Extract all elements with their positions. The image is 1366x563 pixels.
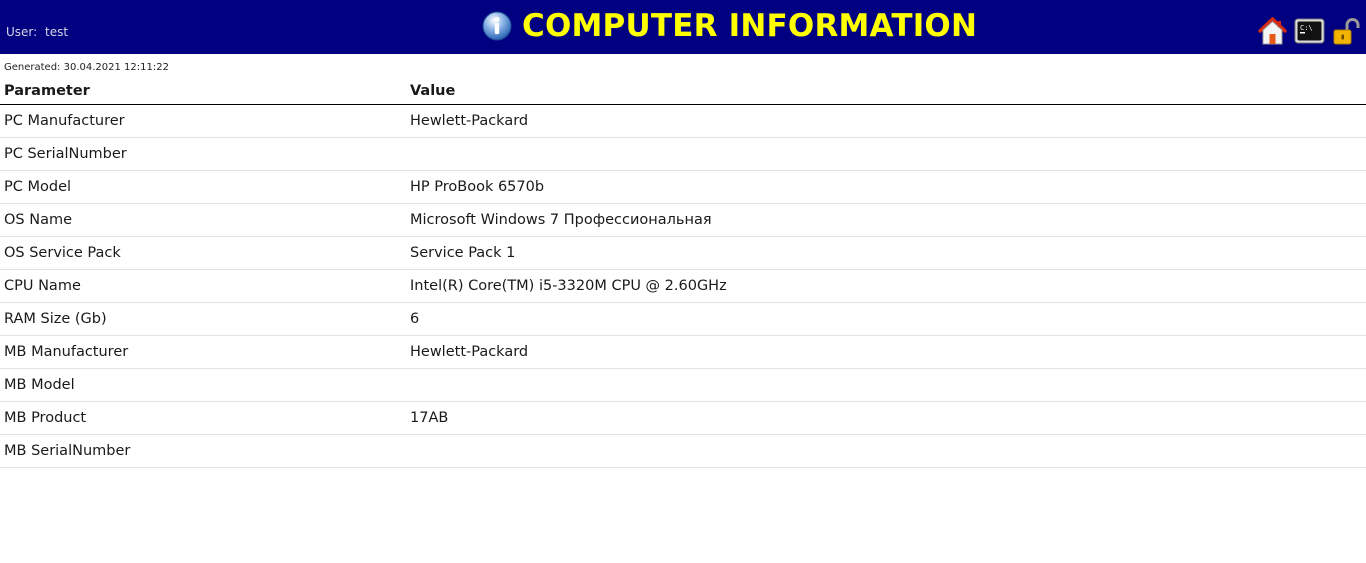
svg-text:C:\: C:\ [1300, 24, 1313, 32]
table-header-row: Parameter Value [0, 79, 1366, 105]
value-cell [406, 368, 1366, 402]
table-row: PC Manufacturer Hewlett-Packard [0, 104, 1366, 138]
parameter-cell: MB Manufacturer [0, 335, 406, 369]
value-cell: Intel(R) Core(TM) i5-3320M CPU @ 2.60GHz [406, 269, 1366, 303]
table-row: PC SerialNumber [0, 137, 1366, 171]
generated-timestamp: Generated: 30.04.2021 12:11:22 [4, 62, 169, 73]
value-cell: 17AB [406, 401, 1366, 435]
value-cell: HP ProBook 6570b [406, 170, 1366, 204]
table-body: PC Manufacturer Hewlett-Packard PC SerialN… [0, 104, 1366, 468]
column-header-parameter: Parameter [0, 79, 406, 105]
value-cell: Hewlett-Packard [406, 104, 1366, 138]
table-row: CPU Name Intel(R) Core(TM) i5-3320M CPU @… [0, 269, 1366, 303]
parameter-cell: MB SerialNumber [0, 434, 406, 468]
user-label: User: [6, 25, 38, 39]
home-icon [1258, 17, 1287, 45]
table-row: RAM Size (Gb) 6 [0, 302, 1366, 336]
value-cell [406, 137, 1366, 171]
unlock-icon [1333, 18, 1360, 45]
value-cell: Service Pack 1 [406, 236, 1366, 270]
toolbar: C:\ [1257, 16, 1362, 47]
page-title: COMPUTER INFORMATION [522, 8, 978, 44]
table-row: MB Manufacturer Hewlett-Packard [0, 335, 1366, 369]
value-cell: Microsoft Windows 7 Профессиональная [406, 203, 1366, 237]
value-cell [406, 434, 1366, 468]
console-icon: C:\ [1294, 18, 1325, 44]
value-cell: 6 [406, 302, 1366, 336]
parameter-cell: MB Product [0, 401, 406, 435]
user-name: test [45, 25, 69, 39]
parameter-cell: OS Name [0, 203, 406, 237]
parameter-cell: RAM Size (Gb) [0, 302, 406, 336]
console-button[interactable]: C:\ [1294, 16, 1325, 47]
value-cell: Hewlett-Packard [406, 335, 1366, 369]
parameter-cell: CPU Name [0, 269, 406, 303]
unlock-button[interactable] [1331, 16, 1362, 47]
table-row: OS Service Pack Service Pack 1 [0, 236, 1366, 270]
parameter-cell: PC Model [0, 170, 406, 204]
parameter-cell: MB Model [0, 368, 406, 402]
table-row: OS Name Microsoft Windows 7 Профессиональ… [0, 203, 1366, 237]
info-table: Parameter Value PC Manufacturer Hewlett-P… [0, 79, 1366, 468]
title-block: COMPUTER INFORMATION [482, 6, 977, 46]
column-header-value: Value [406, 79, 1366, 105]
header-bar: User: test COMPUTER INFORMATION C:\ [0, 0, 1366, 54]
parameter-cell: PC SerialNumber [0, 137, 406, 171]
table-row: PC Model HP ProBook 6570b [0, 170, 1366, 204]
parameter-cell: PC Manufacturer [0, 104, 406, 138]
table-row: MB Model [0, 368, 1366, 402]
user-info: User: test [6, 25, 68, 39]
table-row: MB Product 17AB [0, 401, 1366, 435]
home-button[interactable] [1257, 16, 1288, 47]
parameter-cell: OS Service Pack [0, 236, 406, 270]
table-row: MB SerialNumber [0, 434, 1366, 468]
info-icon [482, 11, 512, 41]
